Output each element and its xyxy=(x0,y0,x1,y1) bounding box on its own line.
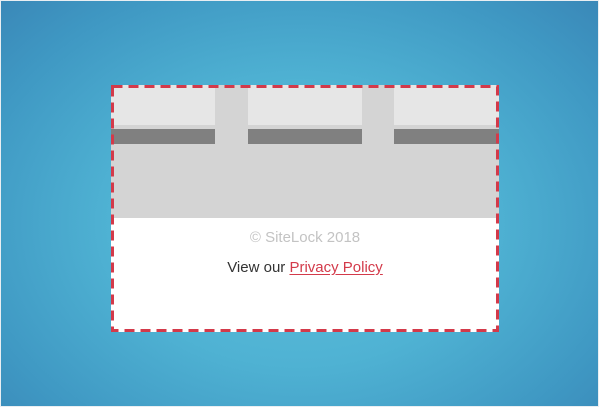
placeholder-bar xyxy=(394,129,499,144)
placeholder-block xyxy=(111,85,215,125)
footer-column-1 xyxy=(111,85,215,218)
blue-background: © SiteLock 2018 View our Privacy Policy xyxy=(0,0,599,407)
privacy-policy-link[interactable]: Privacy Policy xyxy=(289,259,382,276)
privacy-line: View our Privacy Policy xyxy=(111,259,499,277)
footer-column-2 xyxy=(248,85,362,218)
privacy-prefix: View our xyxy=(227,259,290,276)
footer-preview: © SiteLock 2018 View our Privacy Policy xyxy=(111,85,499,332)
footer-links-area xyxy=(111,85,499,218)
footer-column-3 xyxy=(394,85,499,218)
placeholder-block xyxy=(394,85,499,125)
copyright-text: © SiteLock 2018 xyxy=(249,229,361,246)
placeholder-bar xyxy=(111,129,215,144)
placeholder-bar xyxy=(248,129,362,144)
placeholder-block xyxy=(248,85,362,125)
